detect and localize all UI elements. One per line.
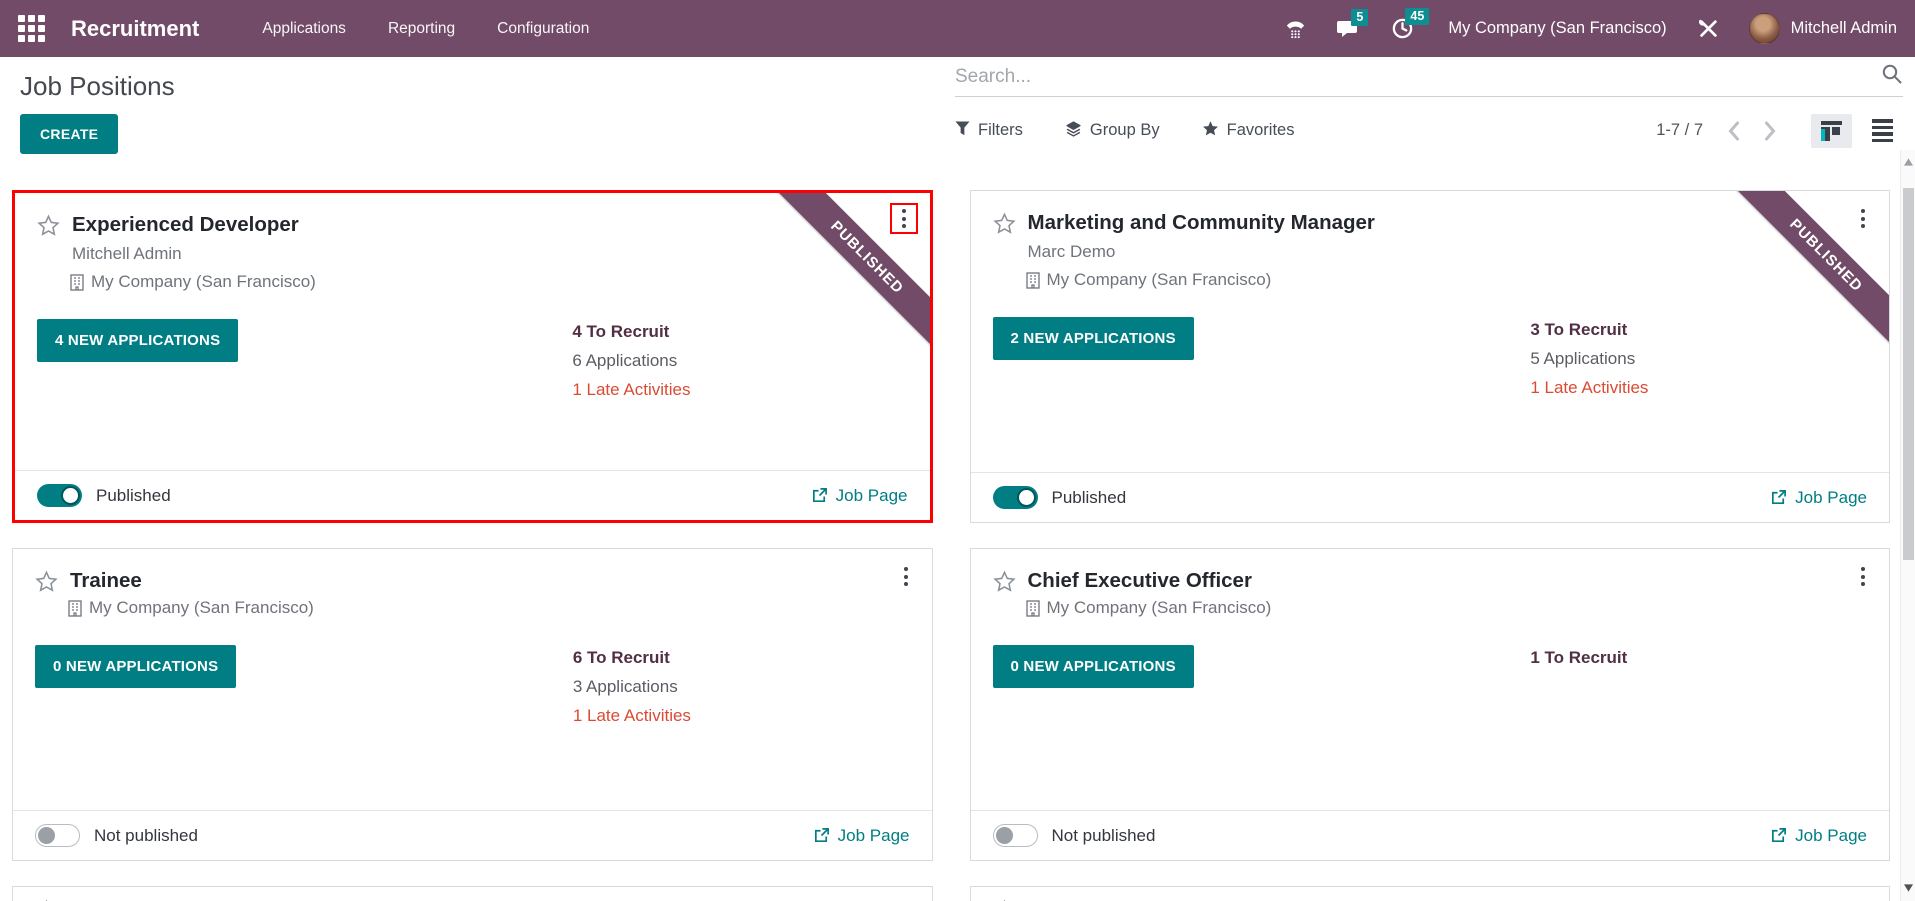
control-panel: Job Positions CREATE Filters <box>0 57 1915 162</box>
job-card-partial[interactable] <box>12 886 933 901</box>
building-icon <box>1025 271 1040 289</box>
stat-to-recruit[interactable]: 1 To Recruit <box>1530 643 1627 672</box>
pager-previous-button[interactable] <box>1727 121 1740 141</box>
job-title: Experienced Developer <box>72 213 299 236</box>
user-name[interactable]: Mitchell Admin <box>1791 19 1897 38</box>
voip-phone-icon[interactable] <box>1284 17 1307 40</box>
scrollbar-thumb[interactable] <box>1903 188 1914 560</box>
external-link-icon <box>812 488 827 503</box>
stat-to-recruit[interactable]: 6 To Recruit <box>573 643 691 672</box>
kanban-view-button[interactable] <box>1811 113 1852 148</box>
list-view-button[interactable] <box>1862 112 1903 149</box>
publish-state-label: Published <box>96 485 171 505</box>
messages-icon[interactable]: 5 <box>1337 8 1369 40</box>
star-icon <box>1202 120 1219 142</box>
stat-to-recruit[interactable]: 4 To Recruit <box>572 317 690 346</box>
company-name: My Company (San Francisco) <box>1046 598 1272 617</box>
publish-toggle[interactable] <box>992 824 1038 847</box>
funnel-icon <box>955 120 970 141</box>
stat-applications[interactable]: 3 Applications <box>573 672 691 701</box>
job-title: Chief Executive Officer <box>1027 569 1252 592</box>
favorite-star-icon[interactable] <box>992 570 1016 593</box>
job-card-marketing-manager[interactable]: PUBLISHED Marketing and Community Manage… <box>969 190 1890 523</box>
stat-late-activities[interactable]: 1 Late Activities <box>573 701 691 730</box>
job-page-link[interactable]: Job Page <box>813 826 910 846</box>
new-applications-button[interactable]: 0 NEW APPLICATIONS <box>992 645 1194 688</box>
favorites-button[interactable]: Favorites <box>1202 120 1294 142</box>
external-link-icon <box>814 828 829 843</box>
job-page-link[interactable]: Job Page <box>1770 488 1867 508</box>
job-card-trainee[interactable]: Trainee My Company (San Francisco) 0 NEW… <box>12 548 933 861</box>
menu-reporting[interactable]: Reporting <box>367 20 476 38</box>
kanban-view-icon <box>1821 120 1842 141</box>
favorite-star-icon[interactable] <box>35 570 58 593</box>
job-card-partial[interactable] <box>969 886 1890 901</box>
external-link-icon <box>1772 828 1787 843</box>
publish-toggle[interactable] <box>992 486 1038 509</box>
company-name: My Company (San Francisco) <box>1046 270 1272 289</box>
activities-count-badge: 45 <box>1405 8 1430 25</box>
page-title: Job Positions <box>20 71 175 101</box>
stat-to-recruit[interactable]: 3 To Recruit <box>1530 315 1648 344</box>
search-bar[interactable] <box>955 63 1903 97</box>
job-page-link[interactable]: Job Page <box>1770 826 1867 846</box>
card-kebab-menu[interactable] <box>898 563 914 590</box>
developer-tools-icon[interactable] <box>1697 18 1719 40</box>
publish-state-label: Not published <box>1051 825 1156 845</box>
company-name: My Company (San Francisco) <box>91 272 316 291</box>
kanban-board: PUBLISHED Experienced Developer Mitchell… <box>0 162 1915 901</box>
stat-applications[interactable]: 5 Applications <box>1530 344 1648 373</box>
top-navbar: Recruitment Applications Reporting Confi… <box>0 0 1915 57</box>
main-menu: Applications Reporting Configuration <box>241 20 610 38</box>
favorite-star-icon[interactable] <box>37 214 60 237</box>
card-kebab-menu[interactable] <box>1855 205 1871 232</box>
new-applications-button[interactable]: 0 NEW APPLICATIONS <box>35 645 237 688</box>
job-title: Trainee <box>70 569 142 592</box>
apps-menu-icon[interactable] <box>18 15 45 42</box>
external-link-icon <box>1772 490 1787 505</box>
card-kebab-menu[interactable] <box>1855 563 1871 590</box>
building-icon <box>1025 599 1040 617</box>
stat-late-activities[interactable]: 1 Late Activities <box>572 375 690 404</box>
search-icon[interactable] <box>1881 63 1903 90</box>
menu-configuration[interactable]: Configuration <box>476 20 610 38</box>
new-applications-button[interactable]: 4 NEW APPLICATIONS <box>37 319 239 362</box>
menu-applications[interactable]: Applications <box>241 20 367 38</box>
publish-toggle[interactable] <box>37 484 82 507</box>
publish-toggle[interactable] <box>35 824 80 847</box>
layers-icon <box>1065 120 1082 142</box>
user-avatar[interactable] <box>1748 13 1780 44</box>
stat-applications[interactable]: 6 Applications <box>572 346 690 375</box>
messages-count-badge: 5 <box>1351 8 1369 26</box>
job-card-experienced-developer[interactable]: PUBLISHED Experienced Developer Mitchell… <box>12 190 933 523</box>
new-applications-button[interactable]: 2 NEW APPLICATIONS <box>992 317 1194 360</box>
scrollbar-down-arrow[interactable] <box>1904 879 1913 897</box>
job-card-chief-executive-officer[interactable]: Chief Executive Officer My Company (San … <box>969 548 1890 861</box>
building-icon <box>68 599 82 617</box>
card-kebab-menu[interactable] <box>889 203 918 234</box>
pager-range: 1-7 / 7 <box>1656 121 1703 139</box>
activities-clock-icon[interactable]: 45 <box>1391 8 1430 40</box>
create-button[interactable]: CREATE <box>20 114 119 154</box>
vertical-scrollbar[interactable] <box>1900 150 1915 901</box>
company-name: My Company (San Francisco) <box>89 598 314 617</box>
publish-state-label: Not published <box>94 825 198 845</box>
favorite-star-icon[interactable] <box>992 212 1016 235</box>
group-by-button[interactable]: Group By <box>1065 120 1160 142</box>
publish-state-label: Published <box>1051 487 1127 507</box>
scrollbar-up-arrow[interactable] <box>1904 153 1913 171</box>
building-icon <box>70 273 84 291</box>
filters-button[interactable]: Filters <box>955 120 1023 141</box>
search-input[interactable] <box>955 65 1881 88</box>
app-name[interactable]: Recruitment <box>71 16 199 42</box>
pager-next-button[interactable] <box>1764 121 1777 141</box>
job-title: Marketing and Community Manager <box>1027 211 1375 234</box>
list-view-icon <box>1872 119 1893 142</box>
job-page-link[interactable]: Job Page <box>811 486 908 506</box>
company-switcher[interactable]: My Company (San Francisco) <box>1448 19 1666 38</box>
stat-late-activities[interactable]: 1 Late Activities <box>1530 373 1648 402</box>
